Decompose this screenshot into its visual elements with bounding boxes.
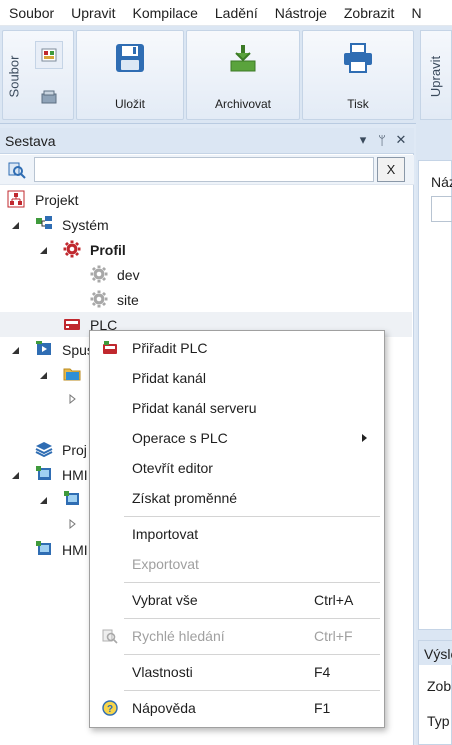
results-row-typ: Typ — [427, 713, 450, 729]
results-header: Výsle — [419, 641, 452, 665]
ribbon-group-label-upravit: Upravit — [428, 55, 444, 97]
menu-item-export: Exportovat — [132, 556, 199, 572]
menu-kompilace[interactable]: Kompilace — [124, 0, 206, 26]
save-icon — [113, 41, 147, 78]
tree-node-folder[interactable] — [6, 362, 86, 387]
new-project-icon[interactable] — [35, 41, 63, 69]
menu-item-quick-search: Rychlé hledání Ctrl+F — [90, 621, 384, 651]
print-button[interactable]: Tisk — [302, 30, 414, 120]
menu-nastroje[interactable]: Nástroje — [266, 0, 335, 26]
archive-icon — [226, 41, 260, 78]
gear-icon — [90, 265, 108, 283]
plc-icon — [63, 315, 81, 333]
tree-node-dev[interactable]: dev — [6, 262, 406, 287]
ribbon-group-upravit: Upravit — [420, 30, 452, 120]
ribbon: Soubor Uložit Archivovat Tisk — [0, 26, 452, 124]
menu-item-get-variables[interactable]: Získat proměnné — [90, 483, 384, 513]
menu-item-add-channel[interactable]: Přidat kanál — [90, 363, 384, 393]
plc-icon — [102, 340, 118, 356]
ribbon-group-label: Soubor — [6, 55, 22, 97]
svg-text:?: ? — [107, 704, 113, 715]
menu-item-assign-plc[interactable]: Přiřadit PLC — [90, 333, 384, 363]
tree-node-projekt[interactable]: Projekt — [6, 187, 406, 212]
layers-icon — [35, 440, 53, 458]
menu-zobrazit[interactable]: Zobrazit — [335, 0, 403, 26]
document-name-field[interactable] — [431, 196, 452, 222]
search-row: X — [0, 155, 414, 185]
collapse-icon[interactable] — [38, 245, 48, 255]
menu-n-truncated[interactable]: N — [402, 0, 429, 26]
folder-icon — [63, 365, 81, 383]
context-menu: Přiřadit PLC Přidat kanál Přidat kanál s… — [89, 330, 385, 728]
menu-item-select-all[interactable]: Vybrat vše Ctrl+A — [90, 585, 384, 615]
search-input[interactable] — [34, 157, 374, 182]
menu-bar: Soubor Upravit Kompilace Ladění Nástroje… — [0, 0, 452, 26]
menu-item-add-server-channel[interactable]: Přidat kanál serveru — [90, 393, 384, 423]
collapse-icon[interactable] — [10, 345, 20, 355]
panel-dropdown-icon[interactable]: ▾ — [356, 132, 370, 148]
collapse-icon[interactable] — [10, 470, 20, 480]
search-clear-button[interactable]: X — [377, 157, 405, 182]
gear-icon — [90, 290, 108, 308]
menu-separator — [124, 690, 380, 691]
menu-item-plc-operations[interactable]: Operace s PLC — [90, 423, 384, 453]
ribbon-group-soubor: Soubor — [2, 30, 74, 120]
collapse-icon[interactable] — [38, 370, 48, 380]
menu-soubor[interactable]: Soubor — [0, 0, 62, 26]
collapse-icon[interactable] — [10, 220, 20, 230]
panel-title: Sestava — [5, 133, 56, 149]
tree-node-hmi-grandchild[interactable] — [6, 512, 86, 537]
document-pane: Náz — [418, 160, 452, 630]
document-name-label: Náz — [431, 174, 452, 190]
hmi-icon — [35, 540, 53, 558]
menu-item-properties[interactable]: Vlastnosti F4 — [90, 657, 384, 687]
open-project-icon[interactable] — [35, 83, 63, 111]
panel-header: Sestava ▾ ᛘ ✕ — [0, 128, 414, 154]
collapse-icon[interactable] — [38, 495, 48, 505]
printer-icon — [341, 41, 375, 78]
submenu-arrow-icon — [362, 434, 367, 442]
menu-separator — [124, 618, 380, 619]
menu-item-help[interactable]: ? Nápověda F1 — [90, 693, 384, 723]
menu-item-open-editor[interactable]: Otevřít editor — [90, 453, 384, 483]
menu-ladeni[interactable]: Ladění — [206, 0, 266, 26]
runtime-icon — [35, 340, 53, 358]
hmi-icon — [63, 490, 81, 508]
menu-separator — [124, 582, 380, 583]
project-icon — [7, 190, 25, 208]
menu-separator — [124, 516, 380, 517]
tree-node-hmi-child[interactable] — [6, 487, 86, 512]
help-icon: ? — [102, 700, 118, 716]
gear-icon — [63, 240, 81, 258]
pin-icon[interactable]: ᛘ — [375, 133, 389, 148]
expand-icon[interactable] — [68, 394, 78, 404]
search-icon — [8, 161, 26, 182]
archive-button[interactable]: Archivovat — [186, 30, 300, 120]
tree-node-system[interactable]: Systém — [6, 212, 406, 237]
menu-separator — [124, 654, 380, 655]
quick-search-icon — [102, 628, 118, 644]
close-icon[interactable]: ✕ — [394, 132, 408, 148]
menu-upravit[interactable]: Upravit — [62, 0, 123, 26]
tree-node-child[interactable] — [6, 387, 86, 412]
tree-node-site[interactable]: site — [6, 287, 406, 312]
system-icon — [35, 215, 53, 233]
save-button[interactable]: Uložit — [76, 30, 184, 120]
menu-item-import[interactable]: Importovat — [90, 519, 384, 549]
hmi-icon — [35, 465, 53, 483]
results-pane: Výsle Zob Typ — [418, 640, 452, 745]
expand-icon[interactable] — [68, 519, 78, 529]
tree-node-profil[interactable]: Profil — [6, 237, 406, 262]
results-row-zobrazit: Zob — [427, 678, 452, 694]
